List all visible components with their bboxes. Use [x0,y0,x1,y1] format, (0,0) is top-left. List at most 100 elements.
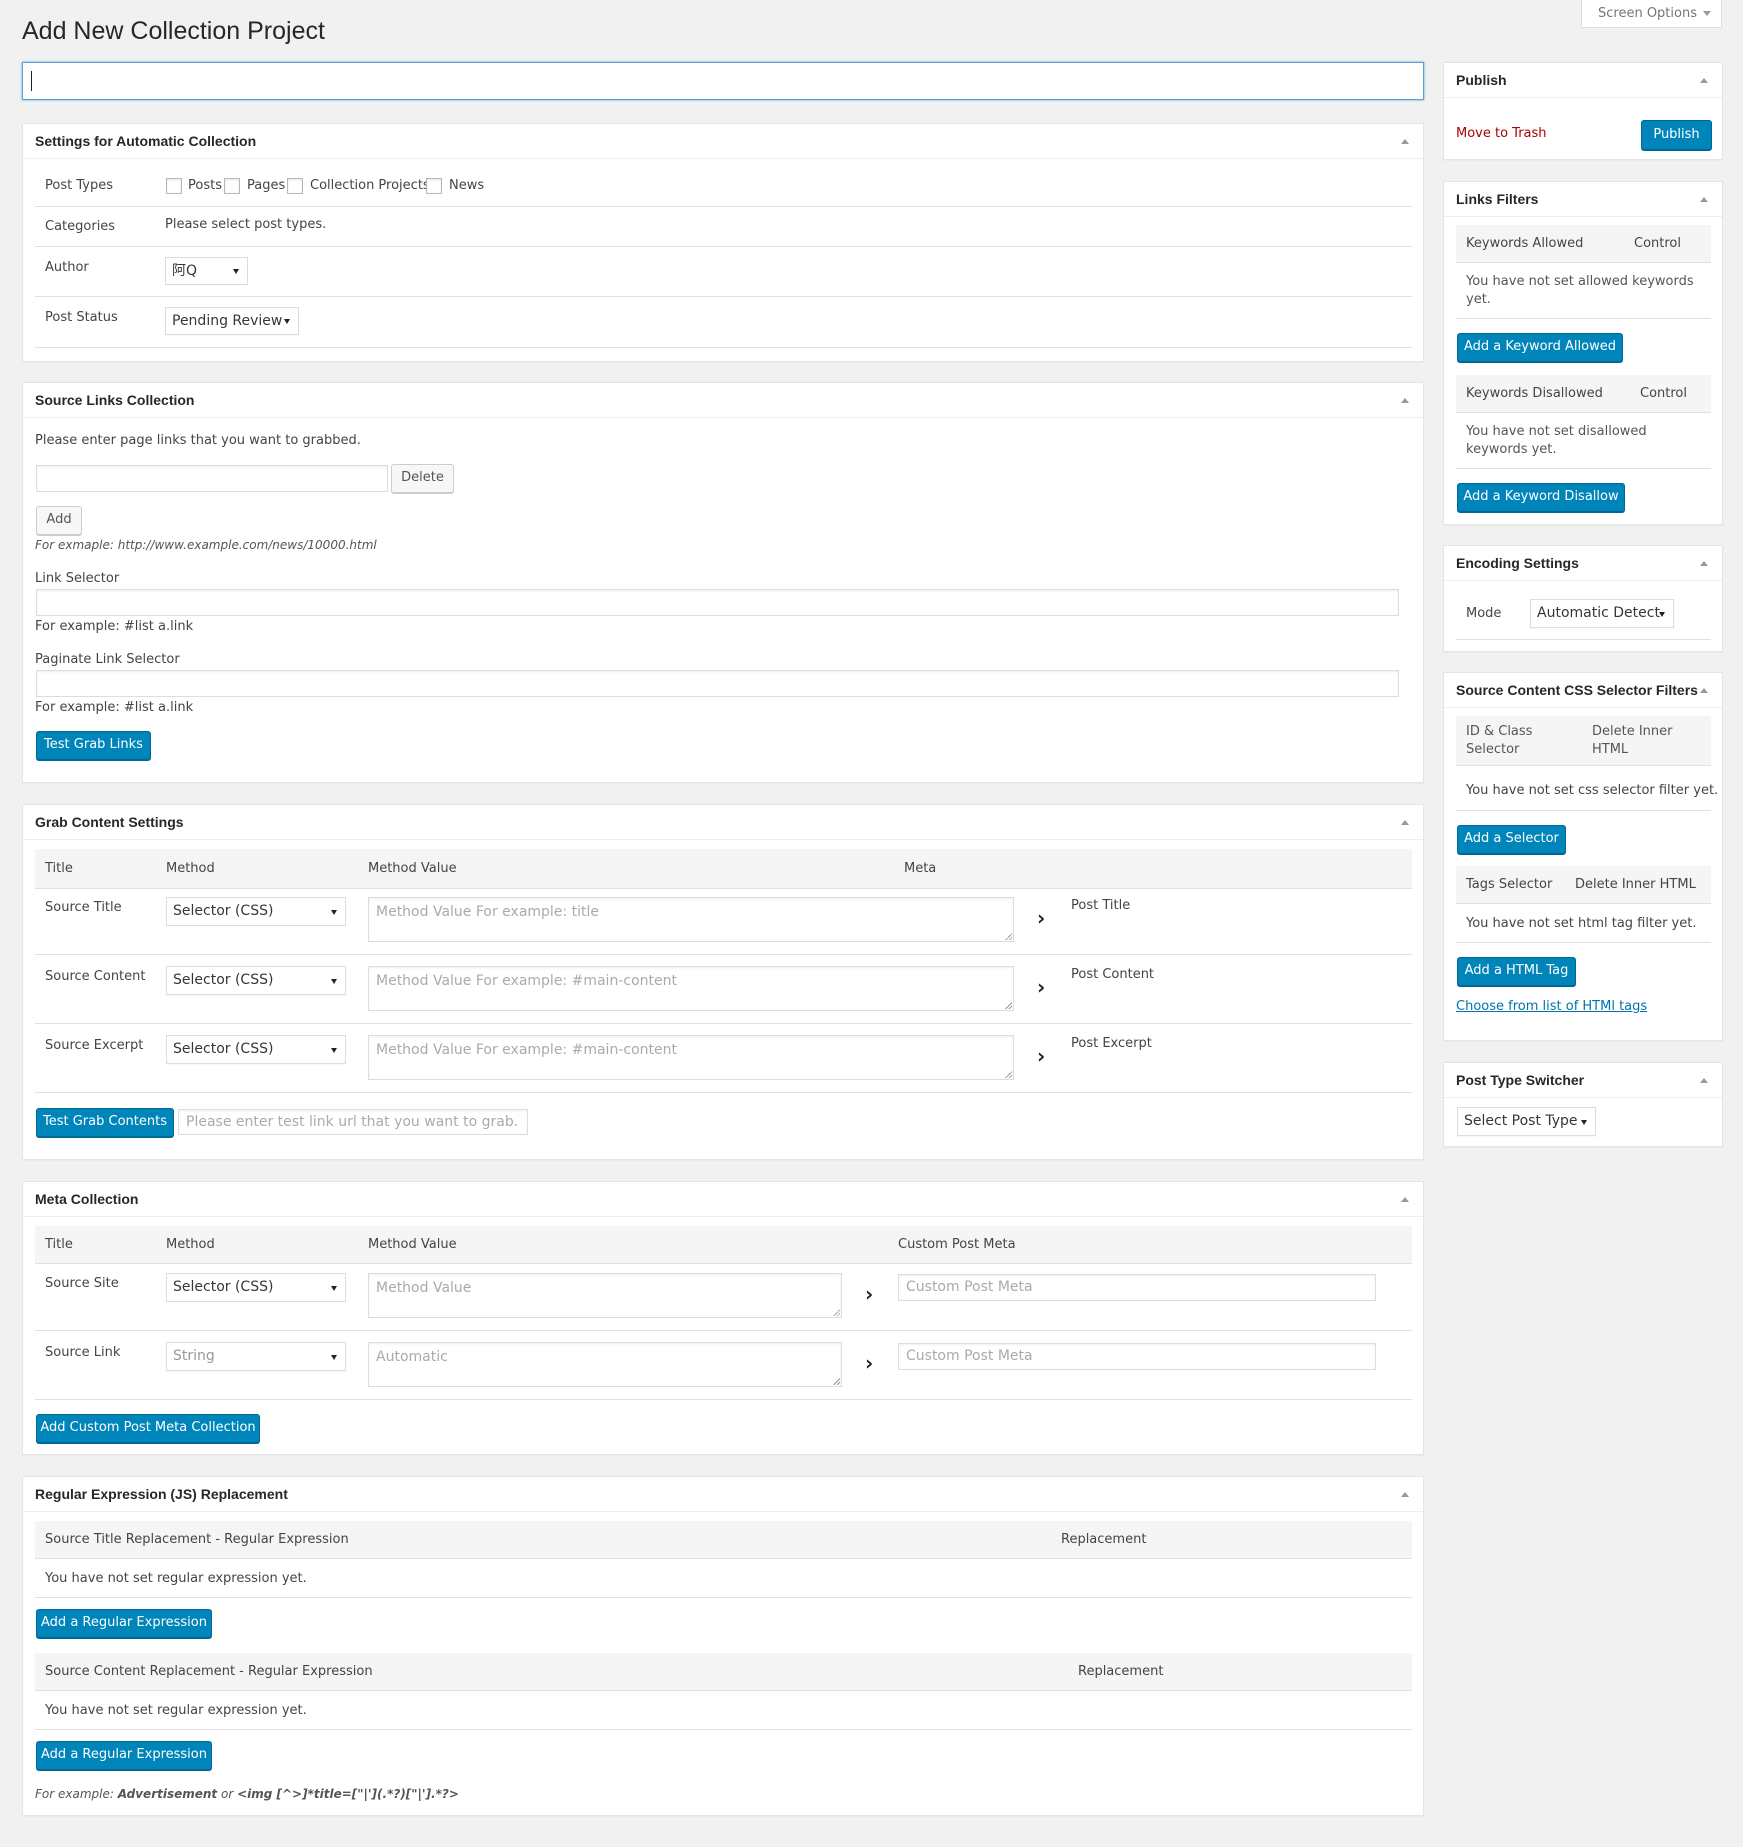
method-select[interactable]: Selector (CSS) [166,897,346,926]
add-html-tag-button[interactable]: Add a HTML Tag [1457,957,1576,986]
dropdown-arrow-icon [331,1285,337,1291]
row-meta: Post Excerpt [1071,1036,1152,1051]
method-select[interactable]: Selector (CSS) [166,1273,346,1302]
collapse-arrow-icon[interactable] [1700,78,1708,83]
move-to-trash-link[interactable]: Move to Trash [1456,126,1547,141]
resize-grip-icon[interactable] [833,1378,840,1385]
add-custom-meta-button[interactable]: Add Custom Post Meta Collection [36,1414,260,1443]
encoding-mode-select[interactable]: Automatic Detect [1530,599,1674,628]
col-control: Control [1640,386,1687,401]
divider [1456,318,1711,319]
method-value: Selector (CSS) [173,903,274,919]
col-method-value: Method Value [368,1237,457,1252]
collapse-arrow-icon[interactable] [1700,1078,1708,1083]
box-title: Links Filters [1456,191,1539,207]
collapse-arrow-icon[interactable] [1700,688,1708,693]
pages-checkbox[interactable] [224,178,240,194]
collapse-arrow-icon[interactable] [1401,820,1409,825]
add-keyword-disallow-button[interactable]: Add a Keyword Disallow [1457,483,1625,512]
add-link-button[interactable]: Add [36,506,82,535]
col-delete-inner-html: Delete Inner HTML [1575,877,1696,892]
col-content-regex: Source Content Replacement - Regular Exp… [45,1664,373,1679]
add-title-regex-button[interactable]: Add a Regular Expression [36,1609,212,1638]
col-control: Control [1634,236,1681,251]
textarea-placeholder: Automatic [376,1349,448,1365]
paginate-selector-label: Paginate Link Selector [35,652,180,667]
collection-projects-checkbox[interactable] [287,178,303,194]
divider [35,954,1412,955]
source-links-header[interactable]: Source Links Collection [23,383,1423,418]
box-title: Regular Expression (JS) Replacement [35,1486,288,1502]
method-select[interactable]: Selector (CSS) [166,966,346,995]
resize-grip-icon[interactable] [1005,1071,1012,1078]
post-type-switcher-box: Post Type Switcher Select Post Type [1443,1062,1723,1147]
paginate-selector-input[interactable] [36,670,1399,697]
link-selector-input[interactable] [36,589,1399,616]
custom-post-meta-input[interactable]: Custom Post Meta [898,1274,1376,1301]
news-checkbox[interactable] [426,178,442,194]
posts-checkbox[interactable] [166,178,182,194]
post-type-switcher-header[interactable]: Post Type Switcher [1444,1063,1722,1098]
allowed-empty-text: You have not set allowed keywords yet. [1466,274,1694,307]
resize-grip-icon[interactable] [1005,933,1012,940]
css-filters-header[interactable]: Source Content CSS Selector Filters [1444,673,1722,708]
collapse-arrow-icon[interactable] [1401,398,1409,403]
row-title: Source Title [45,900,122,915]
collapse-arrow-icon[interactable] [1401,139,1409,144]
source-link-input[interactable] [36,465,388,492]
grab-table-header: Title Method Method Value Meta [35,849,1412,889]
row-title: Source Link [45,1345,121,1360]
dropdown-arrow-icon [284,319,290,324]
col-method-value: Method Value [368,861,457,876]
col-tags-selector: Tags Selector [1466,877,1553,892]
encoding-box: Encoding Settings Mode Automatic Detect [1443,545,1723,652]
automatic-collection-header[interactable]: Settings for Automatic Collection [23,124,1423,159]
method-value-textarea[interactable]: Method Value For example: #main-content [368,1035,1014,1080]
screen-options-button[interactable]: Screen Options [1581,0,1722,28]
test-link-input[interactable]: Please enter test link url that you want… [178,1109,528,1135]
encoding-header[interactable]: Encoding Settings [1444,546,1722,581]
pages-label: Pages [247,178,286,193]
method-value-textarea[interactable]: Automatic [368,1342,842,1387]
post-type-select[interactable]: Select Post Type [1457,1107,1596,1136]
test-grab-contents-button[interactable]: Test Grab Contents [36,1108,174,1137]
method-value-textarea[interactable]: Method Value [368,1273,842,1318]
divider [35,1330,1412,1331]
choose-html-tags-link[interactable]: Choose from list of HTMl tags [1456,999,1647,1014]
divider [35,1023,1412,1024]
grab-content-header[interactable]: Grab Content Settings [23,805,1423,840]
dropdown-arrow-icon [1581,1119,1587,1125]
collapse-arrow-icon[interactable] [1700,561,1708,566]
add-content-regex-button[interactable]: Add a Regular Expression [36,1741,212,1770]
source-links-intro: Please enter page links that you want to… [35,433,361,448]
css-filters-box: Source Content CSS Selector Filters ID &… [1443,672,1723,1041]
post-status-select[interactable]: Pending Review [165,307,299,335]
collapse-arrow-icon[interactable] [1401,1197,1409,1202]
collapse-arrow-icon[interactable] [1401,1492,1409,1497]
collapse-arrow-icon[interactable] [1700,197,1708,202]
col-method: Method [166,861,215,876]
custom-post-meta-input[interactable]: Custom Post Meta [898,1343,1376,1370]
test-grab-links-button[interactable]: Test Grab Links [36,731,151,760]
col-custom-post-meta: Custom Post Meta [898,1237,1016,1252]
links-filters-header[interactable]: Links Filters [1444,182,1722,217]
arrow-right-icon: › [1037,906,1046,930]
method-value-textarea[interactable]: Method Value For example: #main-content [368,966,1014,1011]
method-select[interactable]: String [166,1342,346,1371]
regex-header[interactable]: Regular Expression (JS) Replacement [23,1477,1423,1512]
add-keyword-allowed-button[interactable]: Add a Keyword Allowed [1457,333,1623,362]
publish-button[interactable]: Publish [1641,120,1712,150]
author-select[interactable]: 阿Q [165,257,248,285]
method-select[interactable]: Selector (CSS) [166,1035,346,1064]
method-value-textarea[interactable]: Method Value For example: title [368,897,1014,942]
input-placeholder: Please enter test link url that you want… [186,1114,519,1130]
box-title: Meta Collection [35,1191,139,1207]
meta-collection-header[interactable]: Meta Collection [23,1182,1423,1217]
delete-link-button[interactable]: Delete [391,464,454,493]
resize-grip-icon[interactable] [1005,1002,1012,1009]
add-selector-button[interactable]: Add a Selector [1457,825,1566,854]
project-title-input[interactable] [22,62,1424,100]
publish-header[interactable]: Publish [1444,63,1722,98]
resize-grip-icon[interactable] [833,1309,840,1316]
tags-table-header: Tags Selector Delete Inner HTML [1456,866,1711,904]
